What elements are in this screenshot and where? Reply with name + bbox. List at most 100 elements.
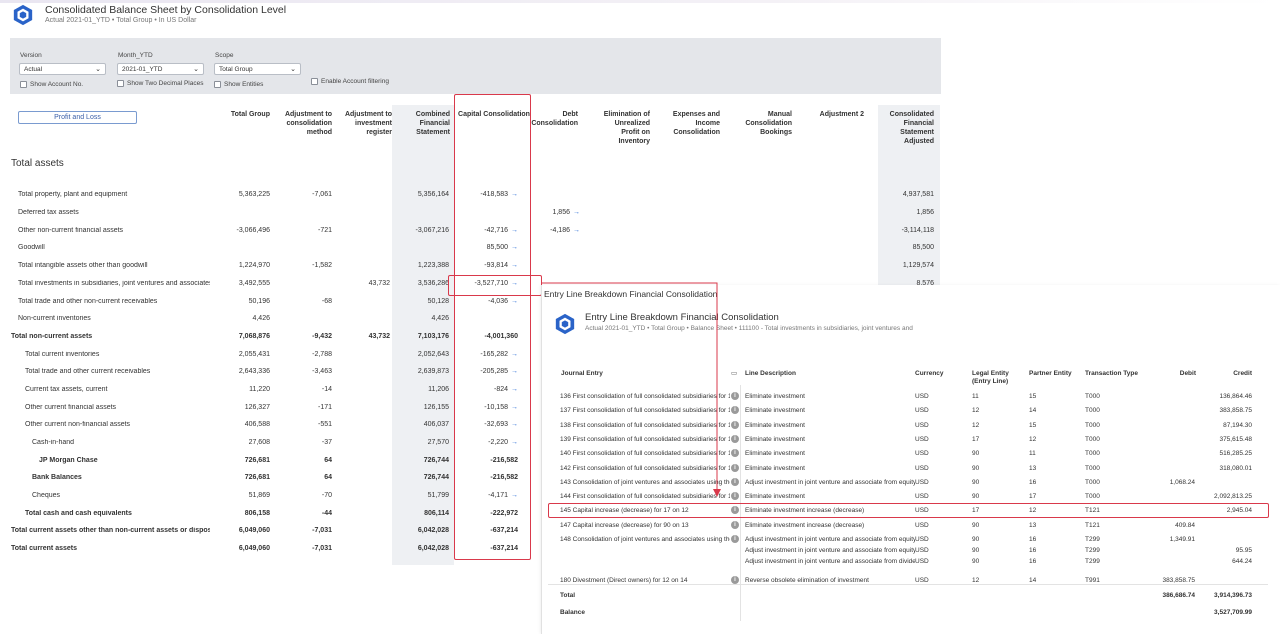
list-item[interactable]: 140 First consolidation of full consolid… <box>548 447 1268 461</box>
info-icon[interactable]: i <box>731 392 739 400</box>
cell-acm: 64 <box>324 474 332 481</box>
info-icon[interactable]: i <box>731 520 739 529</box>
info-icon[interactable]: i <box>731 576 739 584</box>
cell-cfs: 6,042,028 <box>417 545 449 552</box>
cell-acm: -7,031 <box>312 545 332 552</box>
credit-value: 644.24 <box>1232 558 1252 565</box>
cell-acm: -1,582 <box>312 262 332 269</box>
show-account-no-checkbox[interactable]: Show Account No. <box>20 81 83 88</box>
info-icon[interactable]: i <box>731 492 739 501</box>
profit-and-loss-button[interactable]: Profit and Loss <box>18 111 137 124</box>
cell-dc[interactable]: 1,856 → <box>530 209 580 216</box>
row-label: Current tax assets, current <box>25 386 108 393</box>
cell-cfsa: 1,856 <box>916 209 934 216</box>
line-description: Adjust investment in joint venture and a… <box>745 536 915 543</box>
partner-entity: 14 <box>1029 577 1037 584</box>
transaction-type: T000 <box>1085 478 1100 486</box>
cell-cfs: 51,799 <box>427 492 449 499</box>
cell-cfs: 126,155 <box>423 404 449 411</box>
journal-entry: 148 Consolidation of joint ventures and … <box>560 536 730 543</box>
info-icon[interactable]: i <box>731 449 739 458</box>
currency: USD <box>915 536 929 543</box>
arrow-right-icon[interactable]: → <box>573 227 580 234</box>
row-label: Total current assets <box>11 545 78 552</box>
cell-cfs: 3,536,286 <box>417 280 449 287</box>
currency: USD <box>915 547 929 554</box>
list-item[interactable]: 143 Consolidation of joint ventures and … <box>548 476 1268 490</box>
legal-entity: 90 <box>972 478 980 486</box>
cell-cfsa: 85,500 <box>912 244 934 251</box>
journal-entry: 136 First consolidation of full consolid… <box>560 393 730 400</box>
cell-tg: 2,055,431 <box>238 351 270 358</box>
info-icon[interactable]: i <box>731 477 739 486</box>
row-label: Total non-current assets <box>11 333 93 340</box>
scope-label: Scope <box>215 52 234 59</box>
list-item[interactable]: 136 First consolidation of full consolid… <box>548 390 1268 404</box>
list-item[interactable]: 144 First consolidation of full consolid… <box>548 490 1268 504</box>
row-label: Total intangible assets other than goodw… <box>18 262 148 269</box>
cell-tg: -3,066,496 <box>236 227 270 234</box>
enable-account-filtering-checkbox[interactable]: Enable Account filtering <box>311 78 389 85</box>
chevron-down-icon: ⌄ <box>290 66 296 73</box>
transaction-type: T299 <box>1085 558 1100 565</box>
debit-value: 409.84 <box>1175 521 1195 529</box>
legal-entity: 90 <box>972 558 980 565</box>
cell-tg: 7,068,876 <box>238 333 270 340</box>
cell-acm: -9,432 <box>312 333 332 340</box>
cell-air: 43,732 <box>368 280 390 287</box>
row-label: Cash-in-hand <box>32 439 75 446</box>
list-item[interactable]: 138 First consolidation of full consolid… <box>548 419 1268 433</box>
cell-dc[interactable]: -4,186 → <box>530 227 580 234</box>
version-select[interactable]: Actual ⌄ <box>19 63 106 75</box>
show-entities-checkbox[interactable]: Show Entities <box>214 81 263 88</box>
col-header-manual-consolidation-bookings: Manual Consolidation Bookings <box>745 111 792 136</box>
list-item[interactable]: Adjust investment in joint venture and a… <box>548 555 1268 569</box>
info-icon[interactable]: i <box>731 535 739 543</box>
cell-cfs: 2,639,873 <box>417 368 449 375</box>
transaction-type: T299 <box>1085 547 1100 554</box>
list-item[interactable]: 139 First consolidation of full consolid… <box>548 433 1268 447</box>
chevron-down-icon: ⌄ <box>193 66 199 73</box>
partner-entity: 16 <box>1029 558 1037 565</box>
matched-entry-highlight <box>548 503 1269 518</box>
arrow-right-icon[interactable]: → <box>573 209 580 216</box>
cell-cfsa: 1,129,574 <box>902 262 934 269</box>
info-icon[interactable]: i <box>731 434 739 443</box>
partner-entity: 11 <box>1029 450 1036 458</box>
info-icon[interactable]: i <box>731 420 739 429</box>
month-select[interactable]: 2021-01_YTD ⌄ <box>117 63 204 75</box>
row-label: Non-current inventories <box>18 315 91 322</box>
credit-value: 516,285.25 <box>1219 450 1252 458</box>
journal-entry: 140 First consolidation of full consolid… <box>560 450 730 458</box>
cell-tg: 27,608 <box>248 439 270 446</box>
popup-col-debit: Debit <box>1179 370 1196 377</box>
list-item[interactable]: 137 First consolidation of full consolid… <box>548 404 1268 418</box>
info-icon[interactable]: i <box>731 406 739 415</box>
cell-tg: 6,049,060 <box>238 527 270 534</box>
line-description: Eliminate investment increase (decrease) <box>745 521 865 529</box>
total-row: Total 386,686.74 3,914,396.73 <box>560 592 1252 599</box>
scope-select[interactable]: Total Group ⌄ <box>214 63 301 75</box>
list-item[interactable]: 180 Divestment (Direct owners) for 12 on… <box>548 574 1268 588</box>
cell-cfs: 5,356,164 <box>417 191 449 198</box>
cell-tg: 3,492,555 <box>238 280 270 287</box>
cell-acm: -721 <box>317 227 332 234</box>
transaction-type: T000 <box>1085 393 1100 400</box>
popup-col-credit: Credit <box>1233 370 1252 377</box>
col-header-consolidated-adjusted: Consolidated Financial Statement Adjuste… <box>889 111 934 145</box>
partner-entity: 16 <box>1029 478 1037 486</box>
currency: USD <box>915 577 929 584</box>
legal-entity: 17 <box>972 435 980 443</box>
cell-cfs: -3,067,216 <box>415 227 449 234</box>
cell-cfs: 1,223,388 <box>417 262 449 269</box>
selected-cell-highlight <box>448 275 542 296</box>
comment-icon: ▭ <box>731 370 738 377</box>
currency: USD <box>915 493 929 501</box>
list-item[interactable]: 147 Capital increase (decrease) for 90 o… <box>548 519 1268 533</box>
info-icon[interactable]: i <box>731 463 739 472</box>
cell-tg: 11,220 <box>249 386 270 393</box>
section-title: Total assets <box>11 158 64 169</box>
list-item[interactable]: 142 First consolidation of full consolid… <box>548 462 1268 476</box>
show-two-decimals-checkbox[interactable]: Show Two Decimal Places <box>117 80 203 87</box>
cell-cfsa: -3,114,118 <box>901 227 934 234</box>
